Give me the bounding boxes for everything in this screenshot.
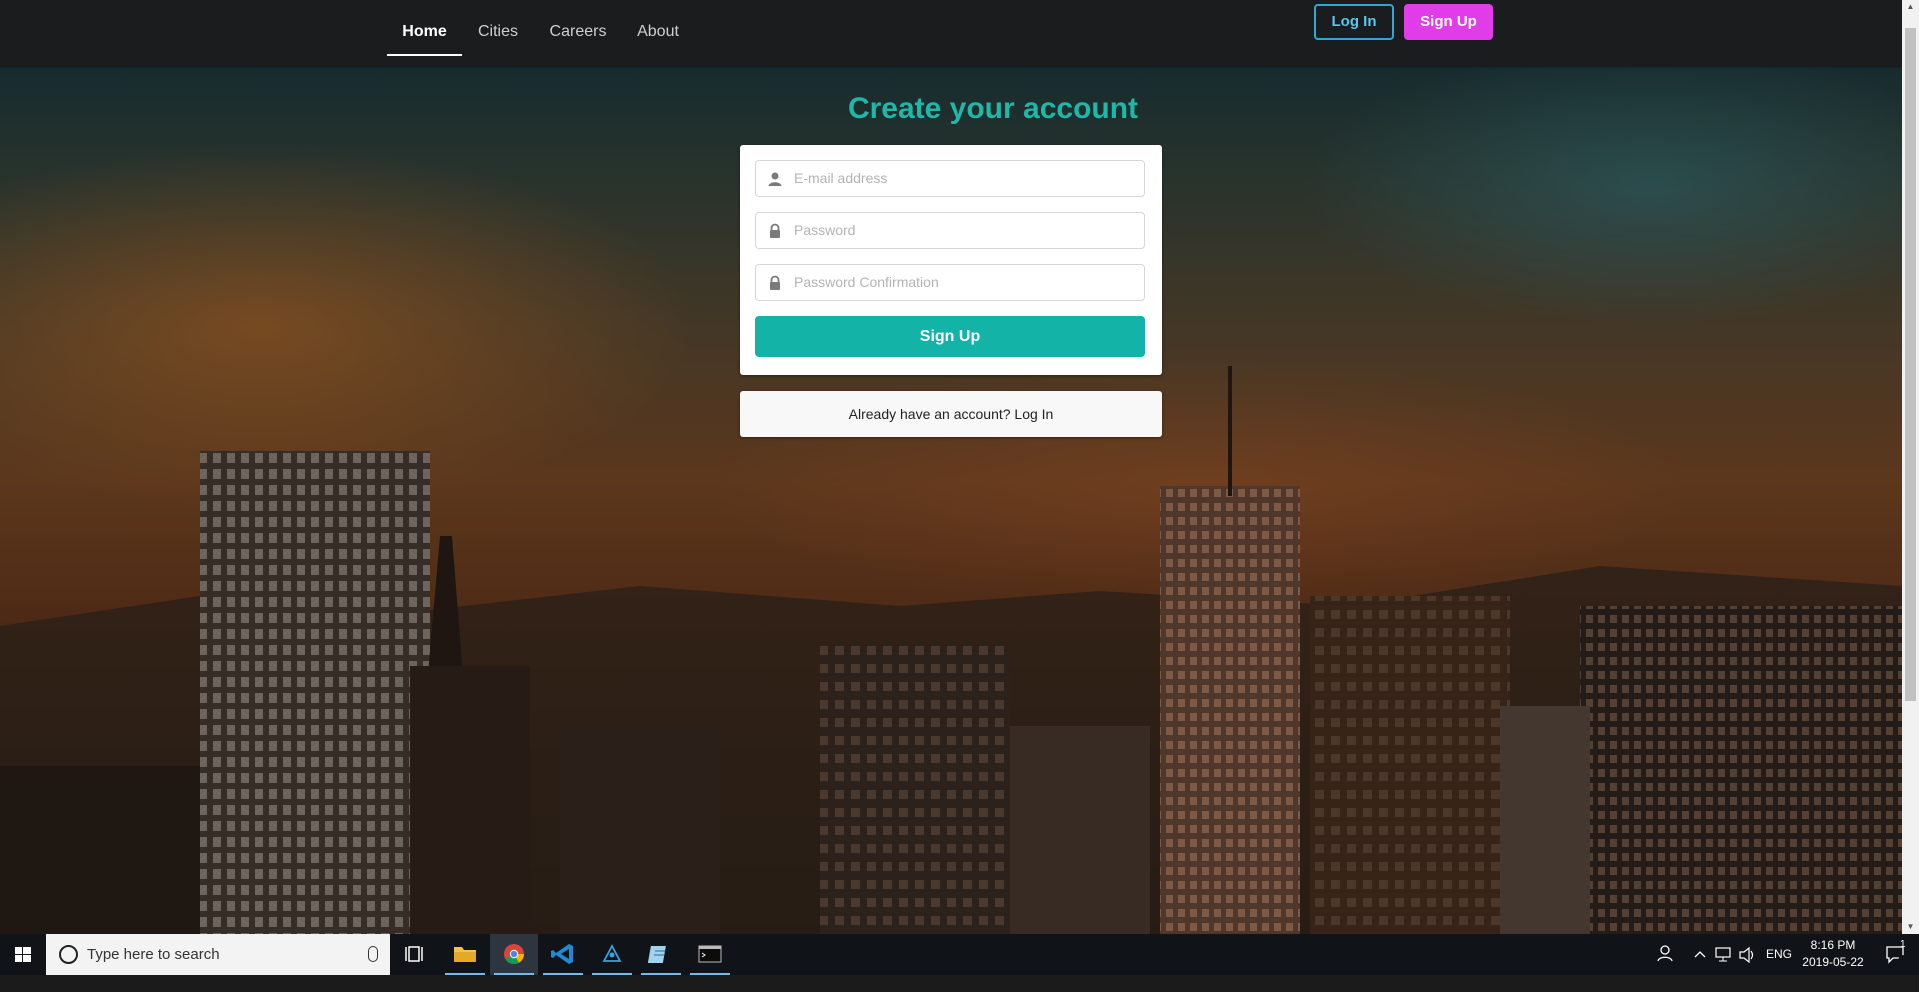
login-prompt-text: Already have an account? [848,406,1011,422]
lock-icon [767,275,783,291]
email-placeholder: E-mail address [794,170,888,186]
signup-form: E-mail address Password Password Confirm… [740,145,1162,375]
clock-date: 2019-05-22 [1802,955,1864,969]
nav-item-careers[interactable]: Careers [546,0,610,54]
password-field[interactable]: Password [755,212,1145,249]
file-explorer-icon[interactable] [441,934,489,975]
microphone-icon[interactable] [368,946,378,962]
nav-item-about[interactable]: About [630,0,686,54]
scroll-down-arrow-icon[interactable]: ▼ [1902,920,1919,934]
app-icon[interactable] [588,934,636,975]
os-taskbar: Type here to search ENG 8:16 PM 2019-05-… [0,934,1919,975]
clock[interactable]: 8:16 PM 2019-05-22 [1796,937,1870,971]
password-confirmation-field[interactable]: Password Confirmation [755,264,1145,301]
task-view-icon[interactable] [392,934,440,975]
signup-button[interactable]: Sign Up [1404,4,1493,40]
people-icon[interactable] [1655,934,1677,975]
language-indicator[interactable]: ENG [1766,934,1794,975]
nav-item-cities[interactable]: Cities [474,0,522,54]
scroll-up-arrow-icon[interactable]: ▲ [1902,0,1919,14]
chevron-up-icon[interactable] [1692,934,1708,975]
page-title: Create your account [847,92,1139,125]
password-confirmation-placeholder: Password Confirmation [794,274,939,290]
action-center-icon[interactable]: 1 [1878,934,1914,975]
nav-item-home[interactable]: Home [387,0,462,56]
login-prompt: Already have an account? Log In [740,391,1162,437]
taskbar-search-placeholder: Type here to search [87,946,220,963]
lock-icon [767,223,783,239]
chrome-icon[interactable] [490,934,538,975]
page-scrollbar[interactable]: ▲ ▼ [1902,0,1919,934]
taskbar-search-box[interactable]: Type here to search [46,934,390,975]
terminal-icon[interactable] [686,934,734,975]
windows-start-icon[interactable] [0,934,46,975]
notification-count-badge: 1 [1900,939,1906,950]
network-icon[interactable] [1713,934,1733,975]
volume-icon[interactable] [1737,934,1757,975]
cortana-icon [59,945,78,964]
top-navbar: Home Cities Careers About Log In Sign Up [0,0,1902,66]
login-button[interactable]: Log In [1314,4,1394,40]
email-field[interactable]: E-mail address [755,160,1145,197]
clock-time: 8:16 PM [1810,938,1856,952]
password-placeholder: Password [794,222,856,238]
user-icon [767,171,783,187]
submit-signup-button[interactable]: Sign Up [755,316,1145,357]
vscode-icon[interactable] [539,934,587,975]
scrollbar-thumb[interactable] [1905,28,1916,701]
notepad-icon[interactable] [637,934,685,975]
login-link[interactable]: Log In [1014,406,1053,422]
